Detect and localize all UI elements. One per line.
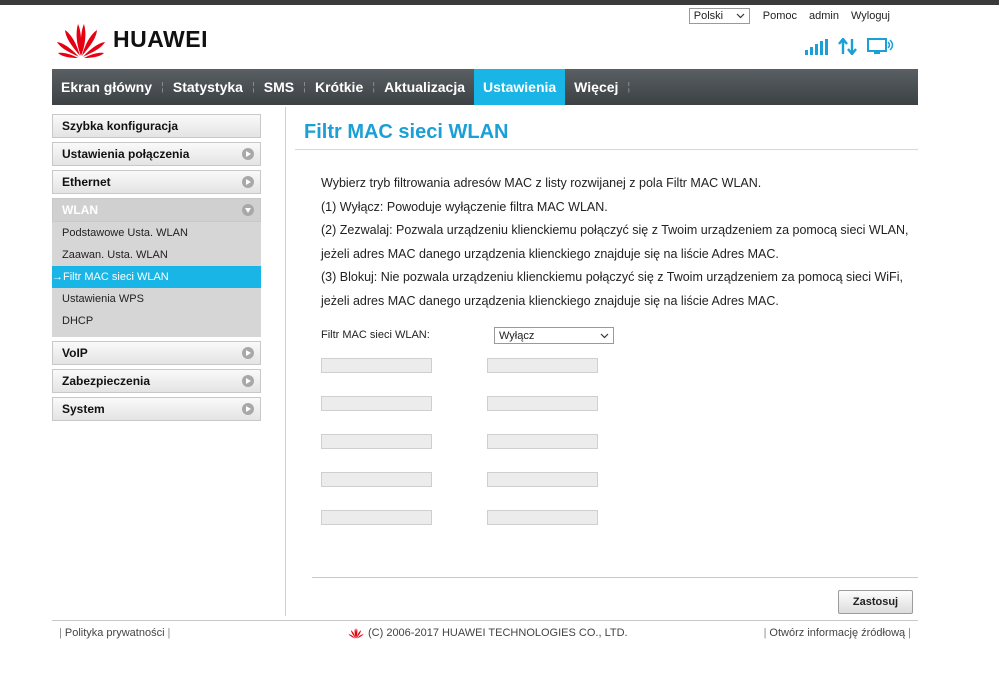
sidebar-item-label: WLAN (62, 203, 98, 217)
wlan-submenu: Podstawowe Usta. WLAN Zaawan. Usta. WLAN… (52, 222, 261, 337)
signal-strength-icon (805, 39, 828, 55)
language-value: Polski (693, 10, 724, 22)
settings-sidebar: Szybka konfiguracja Ustawienia połączeni… (52, 114, 261, 425)
description-line: Wybierz tryb filtrowania adresów MAC z l… (321, 176, 762, 190)
mac-address-input-1[interactable] (321, 358, 432, 373)
chevron-right-icon (242, 403, 254, 415)
description-text: Wybierz tryb filtrowania adresów MAC z l… (321, 172, 917, 313)
title-divider (295, 149, 918, 150)
mac-address-input-2[interactable] (487, 358, 598, 373)
page-title: Filtr MAC sieci WLAN (304, 121, 509, 143)
sidebar-item-wlan[interactable]: WLAN (52, 198, 261, 222)
nav-item-statistics[interactable]: Statystyka (164, 69, 252, 105)
arrow-right-icon: → (52, 271, 63, 283)
nav-item-short[interactable]: Krótkie (306, 69, 372, 105)
separator: | (908, 627, 911, 639)
sidebar-item-label: VoIP (62, 346, 88, 360)
mac-filter-label: Filtr MAC sieci WLAN: (321, 329, 430, 341)
chevron-right-icon (242, 176, 254, 188)
description-line: (2) Zezwalaj: Pozwala urządzeniu klienck… (321, 223, 909, 237)
mac-address-input-9[interactable] (321, 510, 432, 525)
brand-name: HUAWEI (113, 25, 208, 52)
sidebar-sub-dhcp[interactable]: DHCP (52, 310, 261, 332)
user-link[interactable]: admin (809, 10, 839, 22)
sidebar-item-label: System (62, 402, 105, 416)
nav-item-home[interactable]: Ekran główny (52, 69, 161, 105)
logout-link[interactable]: Wyloguj (851, 10, 890, 22)
top-strip (0, 0, 999, 5)
chevron-down-icon (242, 204, 254, 216)
chevron-right-icon (242, 148, 254, 160)
footer-copyright: (C) 2006-2017 HUAWEI TECHNOLOGIES CO., L… (348, 627, 628, 639)
description-line: jeżeli adres MAC danego urządzenia klien… (321, 246, 779, 261)
nav-item-settings[interactable]: Ustawienia (474, 69, 566, 105)
mac-address-input-7[interactable] (321, 472, 432, 487)
apply-button[interactable]: Zastosuj (838, 590, 913, 614)
separator: | (59, 627, 62, 639)
mac-address-input-8[interactable] (487, 472, 598, 487)
mac-address-input-5[interactable] (321, 434, 432, 449)
description-line: jeżeli adres MAC danego urządzenia klien… (321, 293, 779, 308)
content-divider (285, 107, 286, 616)
sidebar-item-label: Filtr MAC sieci WLAN (63, 271, 169, 283)
huawei-flower-icon (57, 24, 105, 58)
sidebar-sub-advanced-wlan[interactable]: Zaawan. Usta. WLAN (52, 244, 261, 266)
description-line: (1) Wyłącz: Powoduje wyłączenie filtra M… (321, 199, 608, 214)
footer-right: | Otwórz informację źródłową | (761, 627, 914, 639)
sidebar-item-ethernet[interactable]: Ethernet (52, 170, 261, 194)
sidebar-item-label: Ethernet (62, 175, 111, 189)
nav-item-sms[interactable]: SMS (255, 69, 303, 105)
nav-item-more[interactable]: Więcej (565, 69, 627, 105)
data-transfer-icon (838, 38, 857, 55)
sidebar-sub-mac-filter[interactable]: → Filtr MAC sieci WLAN (52, 266, 261, 288)
sidebar-item-label: Zabezpieczenia (62, 374, 151, 388)
sidebar-sub-wps[interactable]: Ustawienia WPS (52, 288, 261, 310)
sidebar-item-system[interactable]: System (52, 397, 261, 421)
nav-item-update[interactable]: Aktualizacja (375, 69, 474, 105)
chevron-down-icon (600, 333, 609, 338)
sidebar-item-connection[interactable]: Ustawienia połączenia (52, 142, 261, 166)
chevron-right-icon (242, 375, 254, 387)
monitor-connection-icon (867, 38, 894, 54)
footer-divider (52, 620, 918, 621)
language-select[interactable]: Polski (688, 8, 750, 24)
chevron-down-icon (736, 13, 745, 19)
privacy-link[interactable]: Polityka prywatności (65, 627, 165, 639)
sidebar-item-security[interactable]: Zabezpieczenia (52, 369, 261, 393)
status-icons (805, 38, 894, 55)
main-nav: Ekran główny ¦ Statystyka ¦ SMS ¦ Krótki… (52, 69, 918, 105)
mac-address-input-3[interactable] (321, 396, 432, 411)
chevron-right-icon (242, 347, 254, 359)
separator: | (167, 627, 171, 639)
sidebar-item-quick-setup[interactable]: Szybka konfiguracja (52, 114, 261, 138)
mac-address-input-4[interactable] (487, 396, 598, 411)
mac-filter-select[interactable]: Wyłącz (494, 327, 614, 344)
huawei-logo: HUAWEI (56, 20, 208, 58)
mac-filter-value: Wyłącz (499, 329, 535, 342)
mac-address-input-6[interactable] (487, 434, 598, 449)
nav-separator: ¦ (627, 81, 631, 93)
form-divider (312, 577, 918, 578)
huawei-flower-icon (348, 628, 364, 639)
footer-left: | Polityka prywatności | (56, 627, 173, 639)
description-line: (3) Blokuj: Nie pozwala urządzeniu klien… (321, 270, 903, 284)
sidebar-item-label: Szybka konfiguracja (62, 119, 179, 133)
open-source-link[interactable]: Otwórz informację źródłową (769, 627, 905, 639)
help-link[interactable]: Pomoc (763, 10, 797, 22)
copyright-text: (C) 2006-2017 HUAWEI TECHNOLOGIES CO., L… (368, 627, 628, 639)
mac-address-input-10[interactable] (487, 510, 598, 525)
sidebar-item-label: Ustawienia połączenia (62, 147, 190, 161)
sidebar-item-voip[interactable]: VoIP (52, 341, 261, 365)
utility-bar: Polski Pomoc admin Wyloguj (688, 8, 896, 24)
separator: | (763, 627, 767, 639)
sidebar-sub-basic-wlan[interactable]: Podstawowe Usta. WLAN (52, 222, 261, 244)
